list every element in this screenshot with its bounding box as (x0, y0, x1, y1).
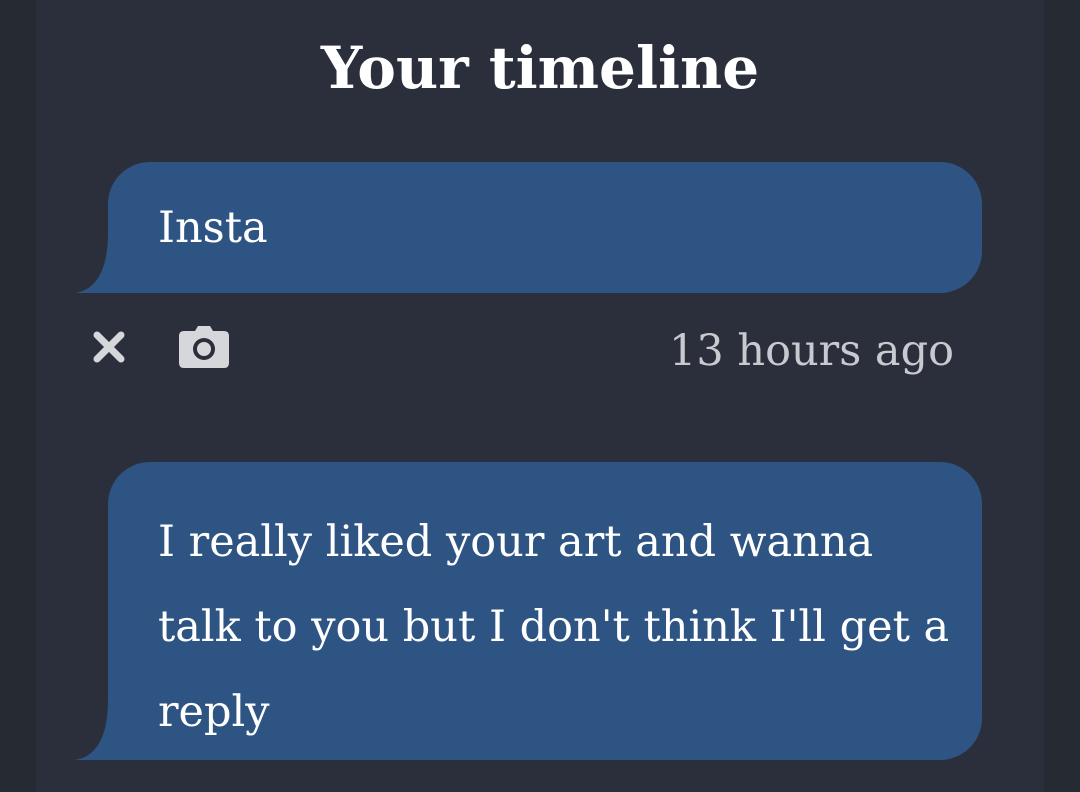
message-text: I really liked your art and wanna talk t… (158, 517, 950, 737)
delete-button[interactable] (84, 318, 134, 380)
message-text: Insta (158, 203, 268, 253)
camera-icon (179, 326, 229, 372)
message-bubble[interactable]: I really liked your art and wanna talk t… (74, 462, 982, 760)
bubble-tail (74, 233, 134, 293)
page-title: Your timeline (320, 34, 760, 102)
photo-button[interactable] (176, 318, 232, 380)
bubble-tail (74, 700, 134, 760)
close-icon (92, 330, 126, 368)
message-actions-row: 13 hours ago (0, 318, 1080, 380)
message-bubble[interactable]: Insta (74, 162, 982, 293)
message-timestamp: 13 hours ago (668, 326, 954, 376)
